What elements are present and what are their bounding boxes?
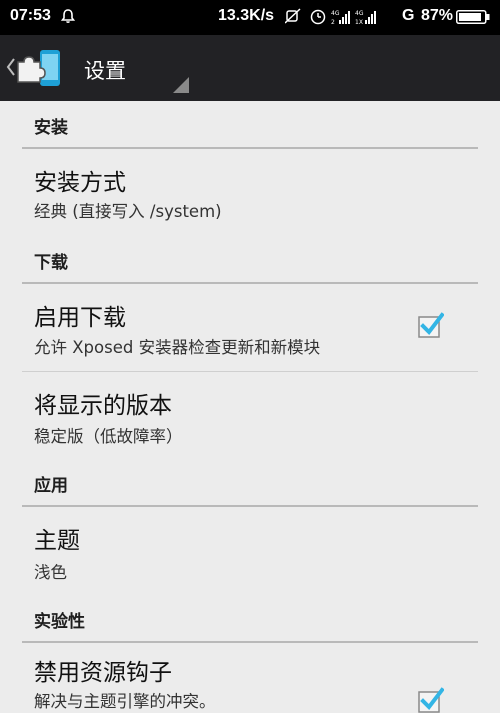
category-download: 下载 xyxy=(22,236,478,284)
category-title: 应用 xyxy=(34,476,68,496)
pref-title: 主题 xyxy=(34,528,80,554)
net-speed: 13.3K/s xyxy=(218,7,275,24)
svg-text:4G: 4G xyxy=(355,10,364,17)
enable-download-checkbox[interactable] xyxy=(418,312,444,338)
network-type: G xyxy=(402,7,415,24)
pref-title: 安装方式 xyxy=(34,170,126,196)
pref-summary: 稳定版（低故障率） xyxy=(34,427,183,446)
category-app: 应用 xyxy=(22,459,478,507)
battery-percent: 87% xyxy=(421,7,454,24)
signal-4g-icon: 4G 1X xyxy=(355,10,376,26)
pref-title: 将显示的版本 xyxy=(34,393,172,419)
alarm-icon xyxy=(310,9,326,25)
pref-disable-resource-hooks[interactable]: 禁用资源钩子 解决与主题引擎的冲突。 xyxy=(22,643,478,713)
pref-summary: 经典 (直接写入 /system) xyxy=(34,202,222,221)
pref-enable-download[interactable]: 启用下载 允许 Xposed 安装器检查更新和新模块 xyxy=(22,284,478,371)
pref-title: 启用下载 xyxy=(34,305,126,331)
spinner-indicator[interactable] xyxy=(173,77,189,93)
category-install: 安装 xyxy=(22,101,478,149)
pref-display-version[interactable]: 将显示的版本 稳定版（低故障率） xyxy=(22,372,478,459)
category-title: 下载 xyxy=(34,253,68,273)
xposed-puzzle-icon xyxy=(17,50,60,86)
category-title: 实验性 xyxy=(34,612,85,632)
system-status-icons: 4G 2 4G 1X xyxy=(285,8,376,26)
disable-resources-checkbox[interactable] xyxy=(418,687,444,713)
screen-title: 设置 xyxy=(84,59,126,83)
pref-summary: 浅色 xyxy=(34,563,67,582)
status-time: 07:53 xyxy=(10,7,51,24)
pref-title: 禁用资源钩子 xyxy=(34,660,172,686)
category-title: 安装 xyxy=(34,118,68,138)
signal-4g-icon: 4G 2 xyxy=(331,10,350,26)
mute-icon xyxy=(285,8,301,24)
pref-install-method[interactable]: 安装方式 经典 (直接写入 /system) xyxy=(22,149,478,236)
pref-summary: 允许 Xposed 安装器检查更新和新模块 xyxy=(34,338,321,357)
battery-icon xyxy=(456,10,490,24)
svg-text:1X: 1X xyxy=(355,19,363,26)
action-bar: 设置 xyxy=(0,35,500,101)
pref-theme[interactable]: 主题 浅色 xyxy=(22,507,478,595)
status-bar: 07:53 13.3K/s 4G 2 4G 1X G 87% xyxy=(0,0,500,35)
svg-text:4G: 4G xyxy=(331,10,340,17)
svg-text:2: 2 xyxy=(331,19,335,26)
category-experimental: 实验性 xyxy=(22,595,478,643)
pref-summary: 解决与主题引擎的冲突。 xyxy=(34,692,216,711)
notification-bell-icon xyxy=(60,9,76,23)
